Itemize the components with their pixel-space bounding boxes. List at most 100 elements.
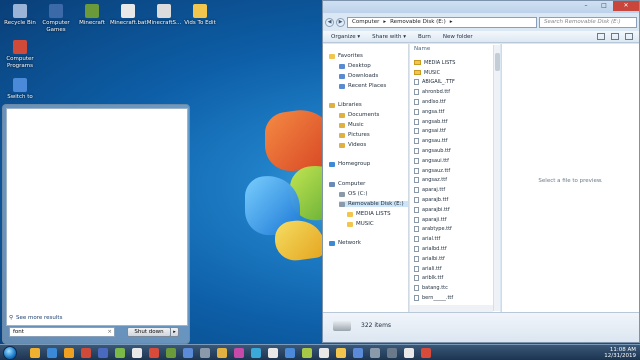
nav-item[interactable]: Pictures — [339, 132, 370, 138]
new-folder-button[interactable]: New folder — [443, 34, 473, 40]
taskbar-app-icon[interactable] — [387, 348, 397, 358]
file-row[interactable]: aparajbi.ttf — [414, 205, 455, 215]
file-row[interactable]: angsaub.ttf — [414, 146, 455, 156]
taskbar-app-icon[interactable] — [336, 348, 346, 358]
taskbar-app-icon[interactable] — [64, 348, 74, 358]
start-button[interactable] — [3, 346, 17, 360]
taskbar-app-icon[interactable] — [370, 348, 380, 358]
taskbar-app-icon[interactable] — [132, 348, 142, 358]
desktop-icon[interactable]: MinecraftS... — [146, 4, 182, 27]
taskbar-app-icon[interactable] — [319, 348, 329, 358]
taskbar-app-icon[interactable] — [268, 348, 278, 358]
explorer-search-input[interactable]: Search Removable Disk (E:) — [539, 16, 637, 28]
nav-item[interactable]: Removable Disk (E:) — [339, 201, 408, 207]
file-row[interactable]: batang.ttc — [414, 283, 455, 293]
file-row[interactable]: angsaui.ttf — [414, 156, 455, 166]
taskbar-app-icon[interactable] — [81, 348, 91, 358]
file-row[interactable]: arialbd.ttf — [414, 244, 455, 254]
nav-item[interactable]: Network — [329, 240, 361, 246]
clock[interactable]: 11:08 AM 12/31/2019 — [604, 347, 636, 359]
organize-button[interactable]: Organize ▾ — [331, 34, 360, 40]
start-search-input[interactable]: font × — [9, 327, 115, 337]
taskbar-app-icon[interactable] — [166, 348, 176, 358]
desktop-icon[interactable]: Recycle Bin — [2, 4, 38, 27]
taskbar-app-icon[interactable] — [421, 348, 431, 358]
view-options-icon[interactable] — [597, 33, 605, 40]
taskbar-app-icon[interactable] — [183, 348, 193, 358]
file-row[interactable]: aparajb.ttf — [414, 195, 455, 205]
minimize-icon[interactable]: – — [577, 1, 595, 11]
preview-pane-icon[interactable] — [611, 33, 619, 40]
file-row[interactable]: arial.ttf — [414, 234, 455, 244]
file-row[interactable]: ariali.ttf — [414, 264, 455, 274]
file-row[interactable]: aparaj.ttf — [414, 185, 455, 195]
desktop-icon[interactable]: Switch to — [2, 78, 38, 101]
nav-item[interactable]: Libraries — [329, 102, 362, 108]
share-with-button[interactable]: Share with ▾ — [372, 34, 406, 40]
nav-item[interactable]: MEDIA LISTS — [347, 211, 391, 217]
maximize-icon[interactable]: □ — [595, 1, 613, 11]
file-row[interactable]: andlso.ttf — [414, 97, 455, 107]
desktop-icon[interactable]: Minecraft — [74, 4, 110, 27]
file-row[interactable]: aparaji.ttf — [414, 215, 455, 225]
file-row[interactable]: MUSIC — [414, 68, 455, 78]
nav-item[interactable]: Music — [339, 122, 364, 128]
vertical-scrollbar[interactable] — [493, 45, 500, 311]
taskbar-app-icon[interactable] — [115, 348, 125, 358]
breadcrumb-computer[interactable]: Computer — [352, 19, 379, 25]
nav-item[interactable]: Documents — [339, 112, 379, 118]
burn-button[interactable]: Burn — [418, 34, 431, 40]
desktop-icon[interactable]: Vids To Edit — [182, 4, 218, 27]
file-row[interactable]: ahronbd.ttf — [414, 87, 455, 97]
clear-search-icon[interactable]: × — [107, 329, 112, 335]
file-row[interactable]: angsau.ttf — [414, 136, 455, 146]
taskbar-app-icon[interactable] — [234, 348, 244, 358]
desktop-icon[interactable]: Minecraft.bat — [110, 4, 147, 27]
file-row[interactable]: arabtype.ttf — [414, 225, 455, 235]
taskbar-app-icon[interactable] — [302, 348, 312, 358]
nav-item[interactable]: Downloads — [339, 73, 378, 79]
breadcrumb-removable-disk[interactable]: Removable Disk (E:) — [390, 19, 446, 25]
taskbar-app-icon[interactable] — [200, 348, 210, 358]
file-row[interactable]: angsab.ttf — [414, 117, 455, 127]
see-more-results-link[interactable]: ⚲ See more results — [9, 315, 62, 321]
taskbar-app-icon[interactable] — [404, 348, 414, 358]
nav-item[interactable]: Desktop — [339, 63, 371, 69]
nav-item[interactable]: Recent Places — [339, 83, 386, 89]
back-icon[interactable]: ◀ — [325, 17, 334, 27]
nav-item[interactable]: OS (C:) — [339, 191, 368, 197]
file-row[interactable]: ABIGAIL_.TTF — [414, 78, 455, 88]
scrollbar-thumb[interactable] — [495, 53, 500, 71]
desktop-icon[interactable]: Computer Games — [38, 4, 74, 33]
taskbar-app-icon[interactable] — [285, 348, 295, 358]
taskbar-app-icon[interactable] — [149, 348, 159, 358]
file-row[interactable]: MEDIA LISTS — [414, 58, 455, 68]
file-row[interactable]: angsai.ttf — [414, 127, 455, 137]
taskbar-app-icon[interactable] — [30, 348, 40, 358]
nav-item[interactable]: Videos — [339, 142, 366, 148]
shutdown-options-icon[interactable]: ▸ — [170, 327, 179, 337]
file-row[interactable]: arialbi.ttf — [414, 254, 455, 264]
nav-item[interactable]: Homegroup — [329, 161, 370, 167]
nav-item[interactable]: Favorites — [329, 53, 363, 59]
taskbar-app-icon[interactable] — [47, 348, 57, 358]
close-icon[interactable]: ✕ — [613, 1, 639, 11]
shutdown-button[interactable]: Shut down ▸ — [127, 327, 179, 337]
nav-item[interactable]: MUSIC — [347, 221, 374, 227]
taskbar-app-icon[interactable] — [353, 348, 363, 358]
file-row[interactable]: ariblk.ttf — [414, 274, 455, 284]
file-row[interactable]: angsa.ttf — [414, 107, 455, 117]
forward-icon[interactable]: ▶ — [336, 17, 345, 27]
horizontal-scrollbar[interactable] — [410, 305, 493, 312]
file-row[interactable]: bern_____.ttf — [414, 293, 455, 303]
help-icon[interactable] — [625, 33, 633, 40]
address-field[interactable]: Computer ▸ Removable Disk (E:) ▸ — [347, 16, 537, 28]
taskbar-app-icon[interactable] — [98, 348, 108, 358]
desktop-icon[interactable]: Computer Programs — [2, 40, 38, 69]
file-row[interactable]: angsauz.ttf — [414, 166, 455, 176]
file-row[interactable]: angsaz.ttf — [414, 176, 455, 186]
column-header-name[interactable]: Name — [414, 46, 430, 52]
taskbar-app-icon[interactable] — [217, 348, 227, 358]
taskbar-app-icon[interactable] — [251, 348, 261, 358]
nav-item[interactable]: Computer — [329, 181, 365, 187]
